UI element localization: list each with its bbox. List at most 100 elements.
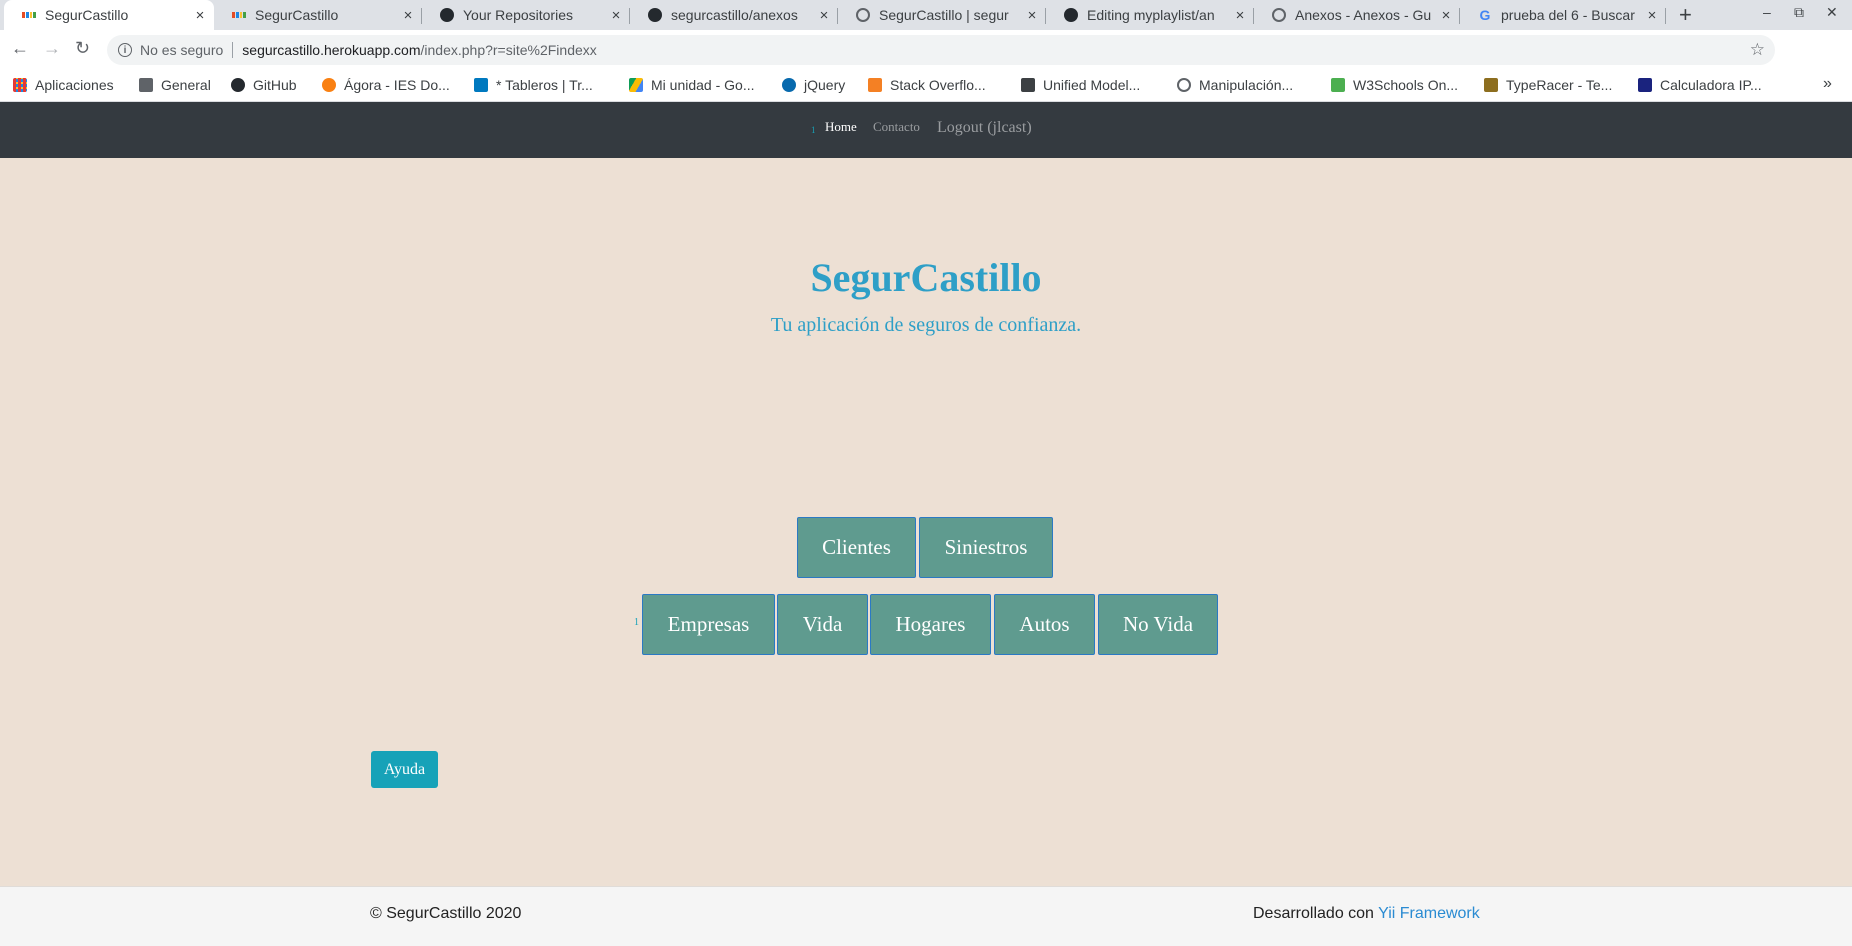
info-icon[interactable]: i bbox=[118, 43, 132, 57]
close-window-button[interactable]: ✕ bbox=[1826, 4, 1838, 21]
tab-title: prueba del 6 - Buscar bbox=[1501, 7, 1635, 23]
hogares-button[interactable]: Hogares bbox=[870, 594, 991, 655]
tab-segurcastillo-active[interactable]: SegurCastillo × bbox=[4, 0, 214, 30]
forward-arrow-icon[interactable]: → bbox=[43, 38, 61, 58]
bookmark-label: General bbox=[161, 77, 211, 93]
nav-home-link[interactable]: Home bbox=[825, 119, 857, 135]
tab-editing-myplaylist[interactable]: Editing myplaylist/an × bbox=[1046, 0, 1254, 30]
drive-icon bbox=[629, 78, 643, 92]
help-button[interactable]: Ayuda bbox=[371, 751, 438, 788]
footer-developed-by: Desarrollado con Yii Framework bbox=[1253, 905, 1480, 923]
empresas-button[interactable]: Empresas bbox=[642, 594, 775, 655]
tab-segurcastillo[interactable]: SegurCastillo × bbox=[214, 0, 422, 30]
github-icon bbox=[1064, 8, 1078, 22]
site-navbar: 1 Home Contacto Logout (jlcast) bbox=[0, 102, 1852, 158]
bookmark-label: W3Schools On... bbox=[1353, 77, 1459, 93]
nav-logout-link[interactable]: Logout (jlcast) bbox=[937, 119, 1032, 137]
bookmark-label: * Tableros | Tr... bbox=[496, 77, 593, 93]
close-tab-icon[interactable]: × bbox=[400, 7, 416, 24]
address-divider bbox=[232, 42, 234, 58]
nav-marker: 1 bbox=[811, 125, 816, 135]
jquery-icon bbox=[782, 78, 796, 92]
bookmark-label: Manipulación... bbox=[1199, 77, 1294, 93]
no-vida-button[interactable]: No Vida bbox=[1098, 594, 1218, 655]
reload-icon[interactable]: ↻ bbox=[75, 38, 90, 58]
tab-your-repositories[interactable]: Your Repositories × bbox=[422, 0, 630, 30]
w3schools-icon bbox=[1331, 78, 1345, 92]
bookmark-aplicaciones[interactable]: Aplicaciones bbox=[13, 77, 114, 93]
close-tab-icon[interactable]: × bbox=[816, 7, 832, 24]
bookmark-calculadora-ip[interactable]: Calculadora IP... bbox=[1638, 77, 1762, 93]
apps-grid-icon bbox=[13, 78, 27, 92]
close-tab-icon[interactable]: × bbox=[192, 7, 208, 24]
more-bookmarks-button[interactable]: » bbox=[1823, 75, 1832, 93]
row-marker: 1 bbox=[634, 617, 639, 628]
tab-title: SegurCastillo | segur bbox=[879, 7, 1009, 23]
tab-title: Anexos - Anexos - Gu bbox=[1295, 7, 1432, 23]
siniestros-button[interactable]: Siniestros bbox=[919, 517, 1053, 578]
bookmark-trello[interactable]: * Tableros | Tr... bbox=[474, 77, 593, 93]
url-host: segurcastillo.herokuapp.com bbox=[242, 42, 421, 58]
close-tab-icon[interactable]: × bbox=[1232, 7, 1248, 24]
folder-icon bbox=[139, 78, 153, 92]
clientes-button[interactable]: Clientes bbox=[797, 517, 916, 578]
github-icon bbox=[231, 78, 245, 92]
restore-button[interactable]: ⧉ bbox=[1794, 4, 1804, 21]
stackoverflow-icon bbox=[868, 78, 882, 92]
tab-anexos-repo[interactable]: segurcastillo/anexos × bbox=[630, 0, 838, 30]
tab-separator bbox=[1665, 8, 1666, 24]
close-tab-icon[interactable]: × bbox=[608, 7, 624, 24]
nav-contacto-link[interactable]: Contacto bbox=[873, 119, 920, 135]
bookmark-w3schools[interactable]: W3Schools On... bbox=[1331, 77, 1458, 93]
moodle-icon bbox=[322, 78, 336, 92]
page-viewport: 1 Home Contacto Logout (jlcast) SegurCas… bbox=[0, 102, 1852, 946]
security-label: No es seguro bbox=[140, 42, 224, 58]
address-bar[interactable]: i No es seguro segurcastillo.herokuapp.c… bbox=[107, 35, 1775, 65]
bookmark-label: TypeRacer - Te... bbox=[1506, 77, 1613, 93]
tab-segurcastillo-heroku[interactable]: SegurCastillo | segur × bbox=[838, 0, 1046, 30]
bookmark-star-icon[interactable]: ☆ bbox=[1750, 40, 1765, 60]
bookmark-agora[interactable]: Ágora - IES Do... bbox=[322, 77, 450, 93]
bookmark-github[interactable]: GitHub bbox=[231, 77, 297, 93]
bookmark-typeracer[interactable]: TypeRacer - Te... bbox=[1484, 77, 1612, 93]
back-arrow-icon[interactable]: ← bbox=[11, 38, 29, 58]
bookmark-label: Stack Overflo... bbox=[890, 77, 986, 93]
url-path: /index.php?r=site%2Findexx bbox=[420, 42, 597, 58]
bookmark-uml[interactable]: Unified Model... bbox=[1021, 77, 1140, 93]
tab-title: segurcastillo/anexos bbox=[671, 7, 798, 23]
tab-title: SegurCastillo bbox=[255, 7, 339, 23]
tab-strip: SegurCastillo × SegurCastillo × Your Rep… bbox=[0, 0, 1852, 30]
tab-title: Editing myplaylist/an bbox=[1087, 7, 1215, 23]
page-title: SegurCastillo bbox=[810, 255, 1042, 300]
bookmark-general[interactable]: General bbox=[139, 77, 211, 93]
close-tab-icon[interactable]: × bbox=[1024, 7, 1040, 24]
yii-icon bbox=[232, 8, 246, 22]
bookmark-drive[interactable]: Mi unidad - Go... bbox=[629, 77, 755, 93]
new-tab-button[interactable]: + bbox=[1679, 2, 1692, 28]
tab-title: Your Repositories bbox=[463, 7, 573, 23]
globe-icon bbox=[856, 8, 870, 22]
browser-toolbar: ← → ↻ i No es seguro segurcastillo.herok… bbox=[0, 30, 1852, 90]
autos-button[interactable]: Autos bbox=[994, 594, 1095, 655]
tab-title: SegurCastillo bbox=[45, 7, 129, 23]
trello-icon bbox=[474, 78, 488, 92]
bookmark-label: Unified Model... bbox=[1043, 77, 1141, 93]
page-subtitle: Tu aplicación de seguros de confianza. bbox=[770, 314, 1082, 336]
bookmark-label: Ágora - IES Do... bbox=[344, 77, 450, 93]
yii-framework-link[interactable]: Yii Framework bbox=[1378, 905, 1480, 922]
yii-icon bbox=[22, 8, 36, 22]
close-tab-icon[interactable]: × bbox=[1438, 7, 1454, 24]
bookmark-jquery[interactable]: jQuery bbox=[782, 77, 845, 93]
globe-icon bbox=[1177, 78, 1191, 92]
vida-button[interactable]: Vida bbox=[777, 594, 868, 655]
close-tab-icon[interactable]: × bbox=[1644, 7, 1660, 24]
tab-google-search[interactable]: G prueba del 6 - Buscar × bbox=[1460, 0, 1666, 30]
google-icon: G bbox=[1479, 7, 1491, 23]
bookmarks-bar: Aplicaciones General GitHub Ágora - IES … bbox=[0, 70, 1852, 102]
bookmark-manipulacion[interactable]: Manipulación... bbox=[1177, 77, 1293, 93]
ip-icon bbox=[1638, 78, 1652, 92]
typeracer-icon bbox=[1484, 78, 1498, 92]
tab-anexos-guia[interactable]: Anexos - Anexos - Gu × bbox=[1254, 0, 1460, 30]
minimize-button[interactable]: – bbox=[1763, 4, 1771, 20]
bookmark-stackoverflow[interactable]: Stack Overflo... bbox=[868, 77, 986, 93]
